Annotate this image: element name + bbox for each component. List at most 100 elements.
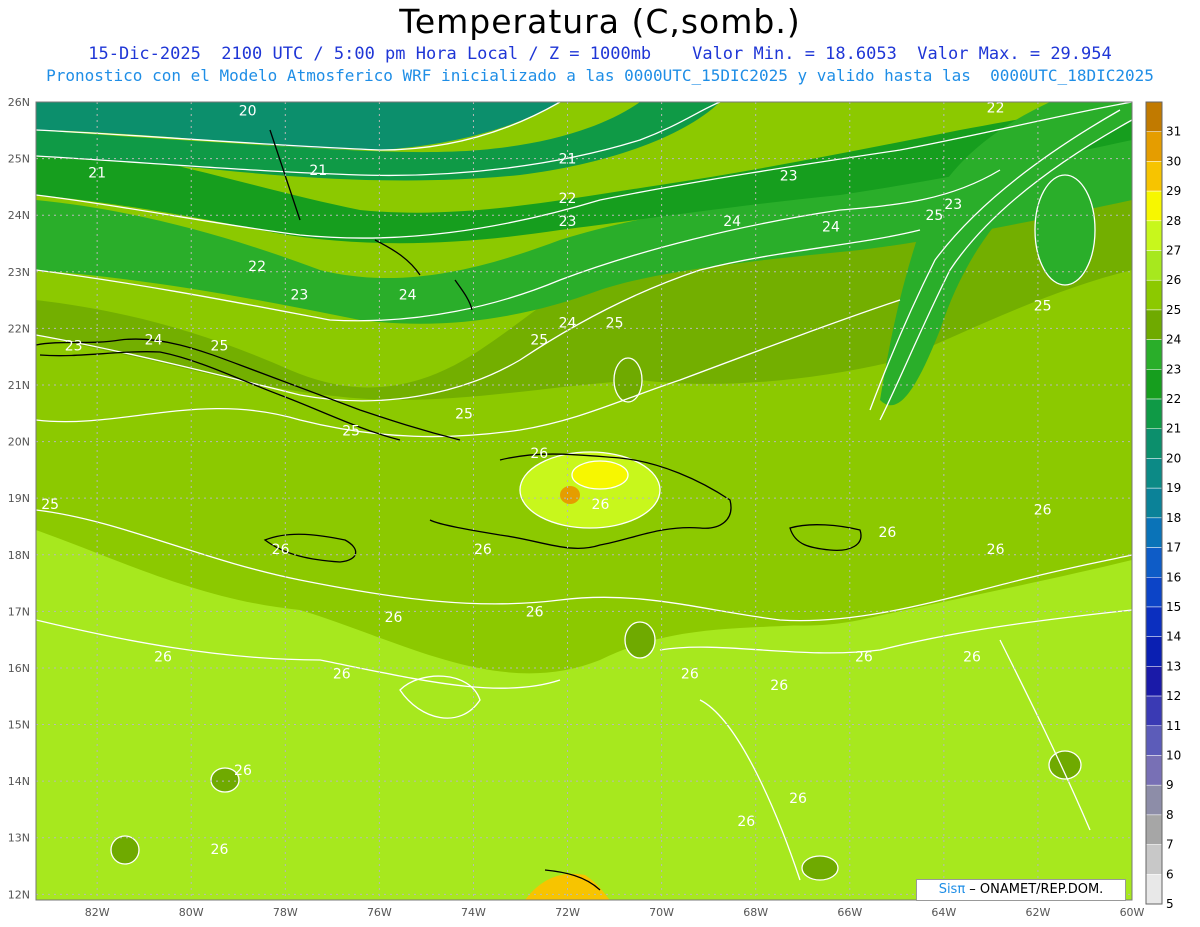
colorbar-swatch	[1145, 725, 1163, 756]
colorbar-swatch	[1145, 369, 1163, 400]
lon-tick-label: 80W	[179, 906, 204, 919]
contour-label: 25	[342, 423, 360, 439]
colorbar-label: 27	[1166, 244, 1181, 258]
contour-label: 26	[211, 842, 229, 858]
contour-label: 24	[145, 333, 163, 349]
colorbar-label: 20	[1166, 451, 1181, 465]
credit-sis: Sisπ	[938, 882, 966, 897]
colorbar: 31 30 29 28 27 26 25 24 23 22 21 20 19 18 17 16 15 14 13 12…	[1145, 101, 1181, 911]
colorbar-label: 11	[1166, 719, 1181, 733]
colorbar-swatch	[1145, 458, 1163, 489]
credit-text: – ONAMET/REP.DOM.	[965, 882, 1104, 897]
colorbar-swatch	[1145, 428, 1163, 459]
contour-label: 26	[681, 667, 699, 683]
lat-tick-label: 19N	[8, 492, 30, 505]
contour-label: 22	[987, 101, 1005, 117]
colorbar-label: 24	[1166, 333, 1181, 347]
colorbar-swatch	[1145, 339, 1163, 370]
contour-label: 26	[855, 650, 873, 666]
colorbar-swatch	[1145, 279, 1163, 311]
colorbar-label: 18	[1166, 511, 1181, 525]
lat-tick-label: 20N	[8, 436, 30, 449]
lon-tick-label: 76W	[367, 906, 392, 919]
colorbar-swatch	[1145, 577, 1163, 608]
temperature-map: 20 21 21 21 22 22 22 23 23 23 23 23 24 24 24 24 24 25 25 25…	[8, 96, 1182, 919]
lat-tick-label: 24N	[8, 209, 30, 222]
contour-label: 25	[1034, 299, 1052, 315]
colorbar-label: 26	[1166, 273, 1181, 287]
colorbar-label: 15	[1166, 600, 1181, 614]
latitude-axis: 26N 25N 24N 23N 22N 21N 20N 19N 18N 17N 16N 15N 14N 1…	[8, 96, 30, 901]
contour-label: 26	[592, 497, 610, 513]
colorbar-label: 19	[1166, 481, 1181, 495]
lat-tick-label: 17N	[8, 605, 30, 618]
lon-tick-label: 74W	[461, 906, 486, 919]
contour-label: 21	[309, 163, 327, 179]
colorbar-label: 16	[1166, 570, 1181, 584]
lat-tick-label: 14N	[8, 775, 30, 788]
colorbar-label: 13	[1166, 659, 1181, 673]
lon-tick-label: 68W	[743, 906, 768, 919]
colorbar-label: 29	[1166, 184, 1181, 198]
colorbar-label: 31	[1166, 125, 1181, 139]
lat-tick-label: 21N	[8, 379, 30, 392]
contour-label: 23	[291, 287, 309, 303]
contour-label: 26	[474, 542, 492, 558]
lat-tick-label: 16N	[8, 662, 30, 675]
colorbar-swatch	[1145, 131, 1163, 162]
colorbar-swatch	[1145, 101, 1163, 132]
colorbar-swatch	[1145, 636, 1163, 667]
contour-label: 24	[822, 220, 840, 236]
contour-label: 21	[559, 152, 577, 168]
colorbar-label: 28	[1166, 214, 1181, 228]
contour-label: 25	[455, 406, 473, 422]
longitude-axis: 82W 80W 78W 76W 74W 72W 70W 68W 66W 64W 62W 60W	[85, 906, 1145, 919]
colorbar-swatch	[1145, 874, 1163, 905]
colorbar-label: 22	[1166, 392, 1181, 406]
contour-label: 26	[789, 791, 807, 807]
colorbar-swatch	[1145, 487, 1163, 519]
colorbar-swatch	[1145, 309, 1163, 340]
colorbar-swatch	[1145, 755, 1163, 786]
colorbar-swatch	[1145, 606, 1163, 637]
colorbar-label: 5	[1166, 897, 1174, 911]
lat-tick-label: 15N	[8, 719, 30, 732]
contour-label: 23	[780, 169, 798, 185]
contour-label: 25	[530, 333, 548, 349]
colorbar-swatch	[1145, 190, 1163, 222]
contour-label: 23	[944, 197, 962, 213]
contour-label: 26	[1034, 502, 1052, 518]
colorbar-label: 7	[1166, 838, 1174, 852]
colorbar-swatch	[1145, 695, 1163, 727]
colorbar-swatch	[1145, 220, 1163, 251]
contour-label: 26	[987, 542, 1005, 558]
contour-label: 20	[239, 103, 257, 119]
contour-label: 26	[963, 650, 981, 666]
colorbar-swatch	[1145, 784, 1163, 816]
lon-tick-label: 66W	[837, 906, 862, 919]
colorbar-label: 30	[1166, 154, 1181, 168]
lon-tick-label: 70W	[649, 906, 674, 919]
colorbar-swatch	[1145, 814, 1163, 845]
contour-label: 26	[154, 650, 172, 666]
hispaniola-max-spot	[560, 486, 580, 504]
contour-label: 24	[559, 316, 577, 332]
contour-label: 26	[770, 678, 788, 694]
lon-tick-label: 78W	[273, 906, 298, 919]
colorbar-label: 9	[1166, 778, 1174, 792]
colorbar-swatch	[1145, 844, 1163, 875]
colorbar-label: 6	[1166, 867, 1174, 881]
contour-label: 23	[559, 214, 577, 230]
lon-tick-label: 64W	[931, 906, 956, 919]
lat-tick-label: 12N	[8, 888, 30, 901]
contour-label: 26	[878, 525, 896, 541]
colorbar-label: 17	[1166, 541, 1181, 555]
colorbar-swatch	[1145, 517, 1163, 548]
lat-tick-label: 26N	[8, 96, 30, 109]
contour-label: 24	[723, 214, 741, 230]
lon-tick-label: 62W	[1025, 906, 1050, 919]
lon-tick-label: 72W	[555, 906, 580, 919]
contour-label: 24	[399, 287, 417, 303]
contour-label: 26	[234, 763, 252, 779]
contour-label: 23	[65, 338, 83, 354]
